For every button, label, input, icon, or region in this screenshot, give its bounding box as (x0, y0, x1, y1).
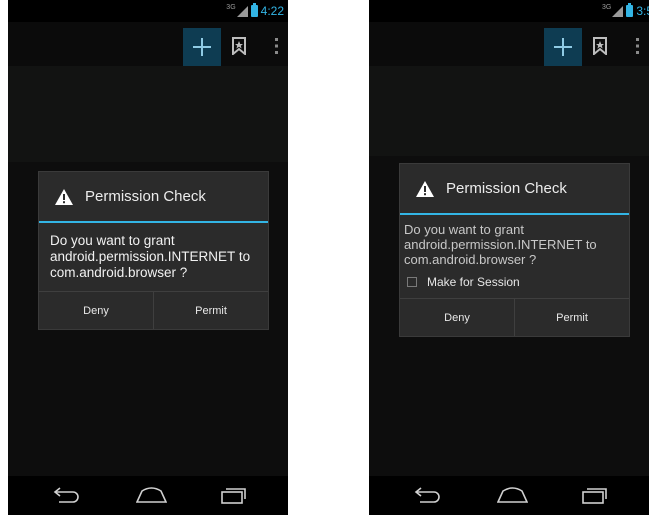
permission-dialog: Permission Check Do you want to grant an… (399, 163, 630, 337)
overflow-menu-icon[interactable] (274, 38, 280, 54)
network-type: 3G (226, 4, 236, 11)
deny-button[interactable]: Deny (400, 299, 514, 336)
bookmark-icon[interactable] (232, 37, 246, 55)
permit-button[interactable]: Permit (153, 292, 268, 329)
warning-icon (416, 180, 434, 197)
phone-screen-right: 3G 3:5 (369, 0, 649, 515)
dialog-button-bar: Deny Permit (39, 291, 268, 329)
battery-icon (626, 3, 634, 17)
plus-icon (554, 38, 572, 56)
dialog-header: Permission Check (400, 164, 629, 215)
bookmark-icon[interactable] (593, 37, 607, 55)
plus-icon (193, 38, 211, 56)
make-for-session-option[interactable]: Make for Session (400, 271, 629, 293)
status-time: 3:5 (636, 4, 649, 18)
add-tab-button[interactable] (183, 28, 221, 66)
add-tab-button[interactable] (544, 28, 582, 66)
navigation-bar (8, 476, 288, 515)
session-checkbox-label: Make for Session (427, 275, 520, 289)
warning-icon (55, 188, 73, 205)
signal-icon (612, 5, 624, 17)
content-band (369, 66, 649, 156)
signal-icon (236, 5, 248, 17)
dialog-message: Do you want to grant android.permission.… (50, 233, 251, 280)
dialog-title: Permission Check (85, 188, 206, 205)
dialog-header: Permission Check (39, 172, 268, 223)
session-checkbox[interactable] (407, 277, 417, 287)
recent-apps-icon[interactable] (581, 486, 608, 504)
action-bar (8, 22, 288, 66)
dialog-message: Do you want to grant android.permission.… (404, 222, 597, 267)
status-icons: 3G 3:5 (602, 3, 649, 19)
battery-icon (250, 3, 258, 17)
recent-apps-icon[interactable] (220, 486, 247, 504)
content-band (8, 66, 288, 162)
permit-button[interactable]: Permit (514, 299, 629, 336)
back-icon[interactable] (53, 486, 81, 504)
network-type: 3G (601, 4, 612, 11)
permission-dialog: Permission Check Do you want to grant an… (38, 171, 269, 330)
status-icons: 3G 4:22 (226, 3, 284, 19)
status-time: 4:22 (260, 4, 284, 18)
dialog-title: Permission Check (446, 180, 567, 197)
home-icon[interactable] (136, 487, 167, 503)
home-icon[interactable] (497, 487, 528, 503)
phone-screen-left: 3G 4:22 Permission Check Do you want to … (8, 0, 288, 515)
status-bar: 3G 3:5 (369, 0, 649, 22)
overflow-menu-icon[interactable] (635, 38, 641, 54)
back-icon[interactable] (414, 486, 442, 504)
deny-button[interactable]: Deny (39, 292, 153, 329)
status-bar: 3G 4:22 (8, 0, 288, 22)
action-bar (369, 22, 649, 66)
navigation-bar (369, 476, 649, 515)
dialog-button-bar: Deny Permit (400, 298, 629, 336)
